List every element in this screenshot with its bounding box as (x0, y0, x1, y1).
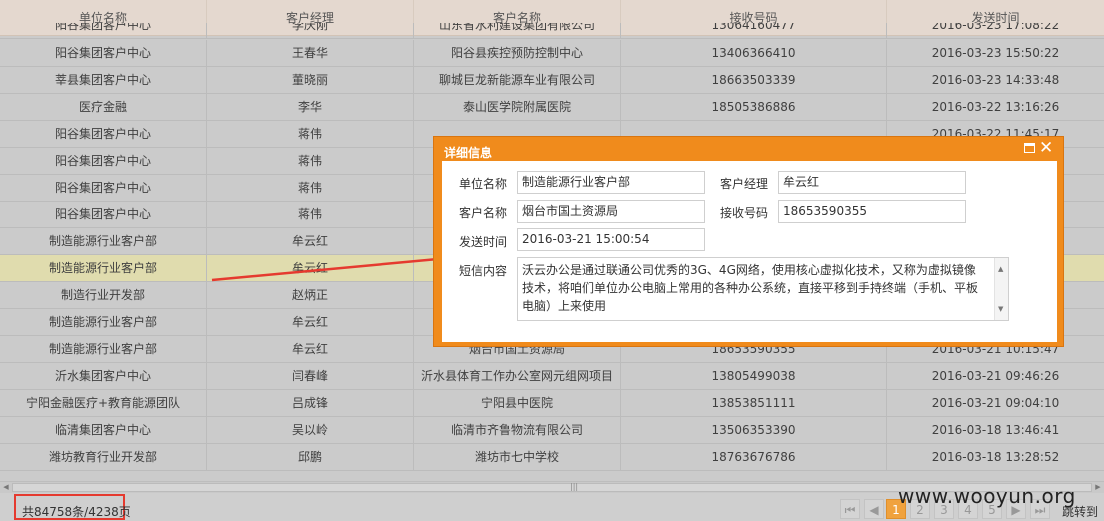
scroll-up-icon[interactable]: ▲ (998, 260, 1003, 278)
maximize-icon[interactable] (1024, 143, 1035, 153)
manager-field[interactable]: 牟云红 (778, 171, 966, 194)
label-phone: 接收号码 (720, 206, 769, 220)
label-unit: 单位名称 (459, 177, 508, 191)
textarea-scrollbar[interactable]: ▲ ▼ (994, 258, 1008, 320)
customer-field[interactable]: 烟台市国土资源局 (517, 200, 705, 223)
unit-field[interactable]: 制造能源行业客户部 (517, 171, 705, 194)
label-customer: 客户名称 (459, 206, 508, 220)
close-icon[interactable]: ✕ (1039, 138, 1053, 158)
dialog-title: 详细信息 (444, 146, 493, 160)
phone-field[interactable]: 18653590355 (778, 200, 966, 223)
time-field[interactable]: 2016-03-21 15:00:54 (517, 228, 705, 251)
sms-content-text: 沃云办公是通过联通公司优秀的3G、4G网络，使用核心虚拟化技术，又称为虚拟镜像技… (522, 263, 979, 313)
label-time: 发送时间 (459, 235, 508, 249)
label-content: 短信内容 (459, 264, 508, 278)
detail-dialog: 详细信息 ✕ 单位名称 制造能源行业客户部 客户经理 牟云红 客户名称 烟台市国… (433, 136, 1064, 347)
dialog-body: 单位名称 制造能源行业客户部 客户经理 牟云红 客户名称 烟台市国土资源局 接收… (442, 161, 1057, 342)
label-manager: 客户经理 (720, 177, 769, 191)
sms-content-textarea[interactable]: 沃云办公是通过联通公司优秀的3G、4G网络，使用核心虚拟化技术，又称为虚拟镜像技… (517, 257, 1009, 321)
scroll-down-icon[interactable]: ▼ (998, 300, 1003, 318)
